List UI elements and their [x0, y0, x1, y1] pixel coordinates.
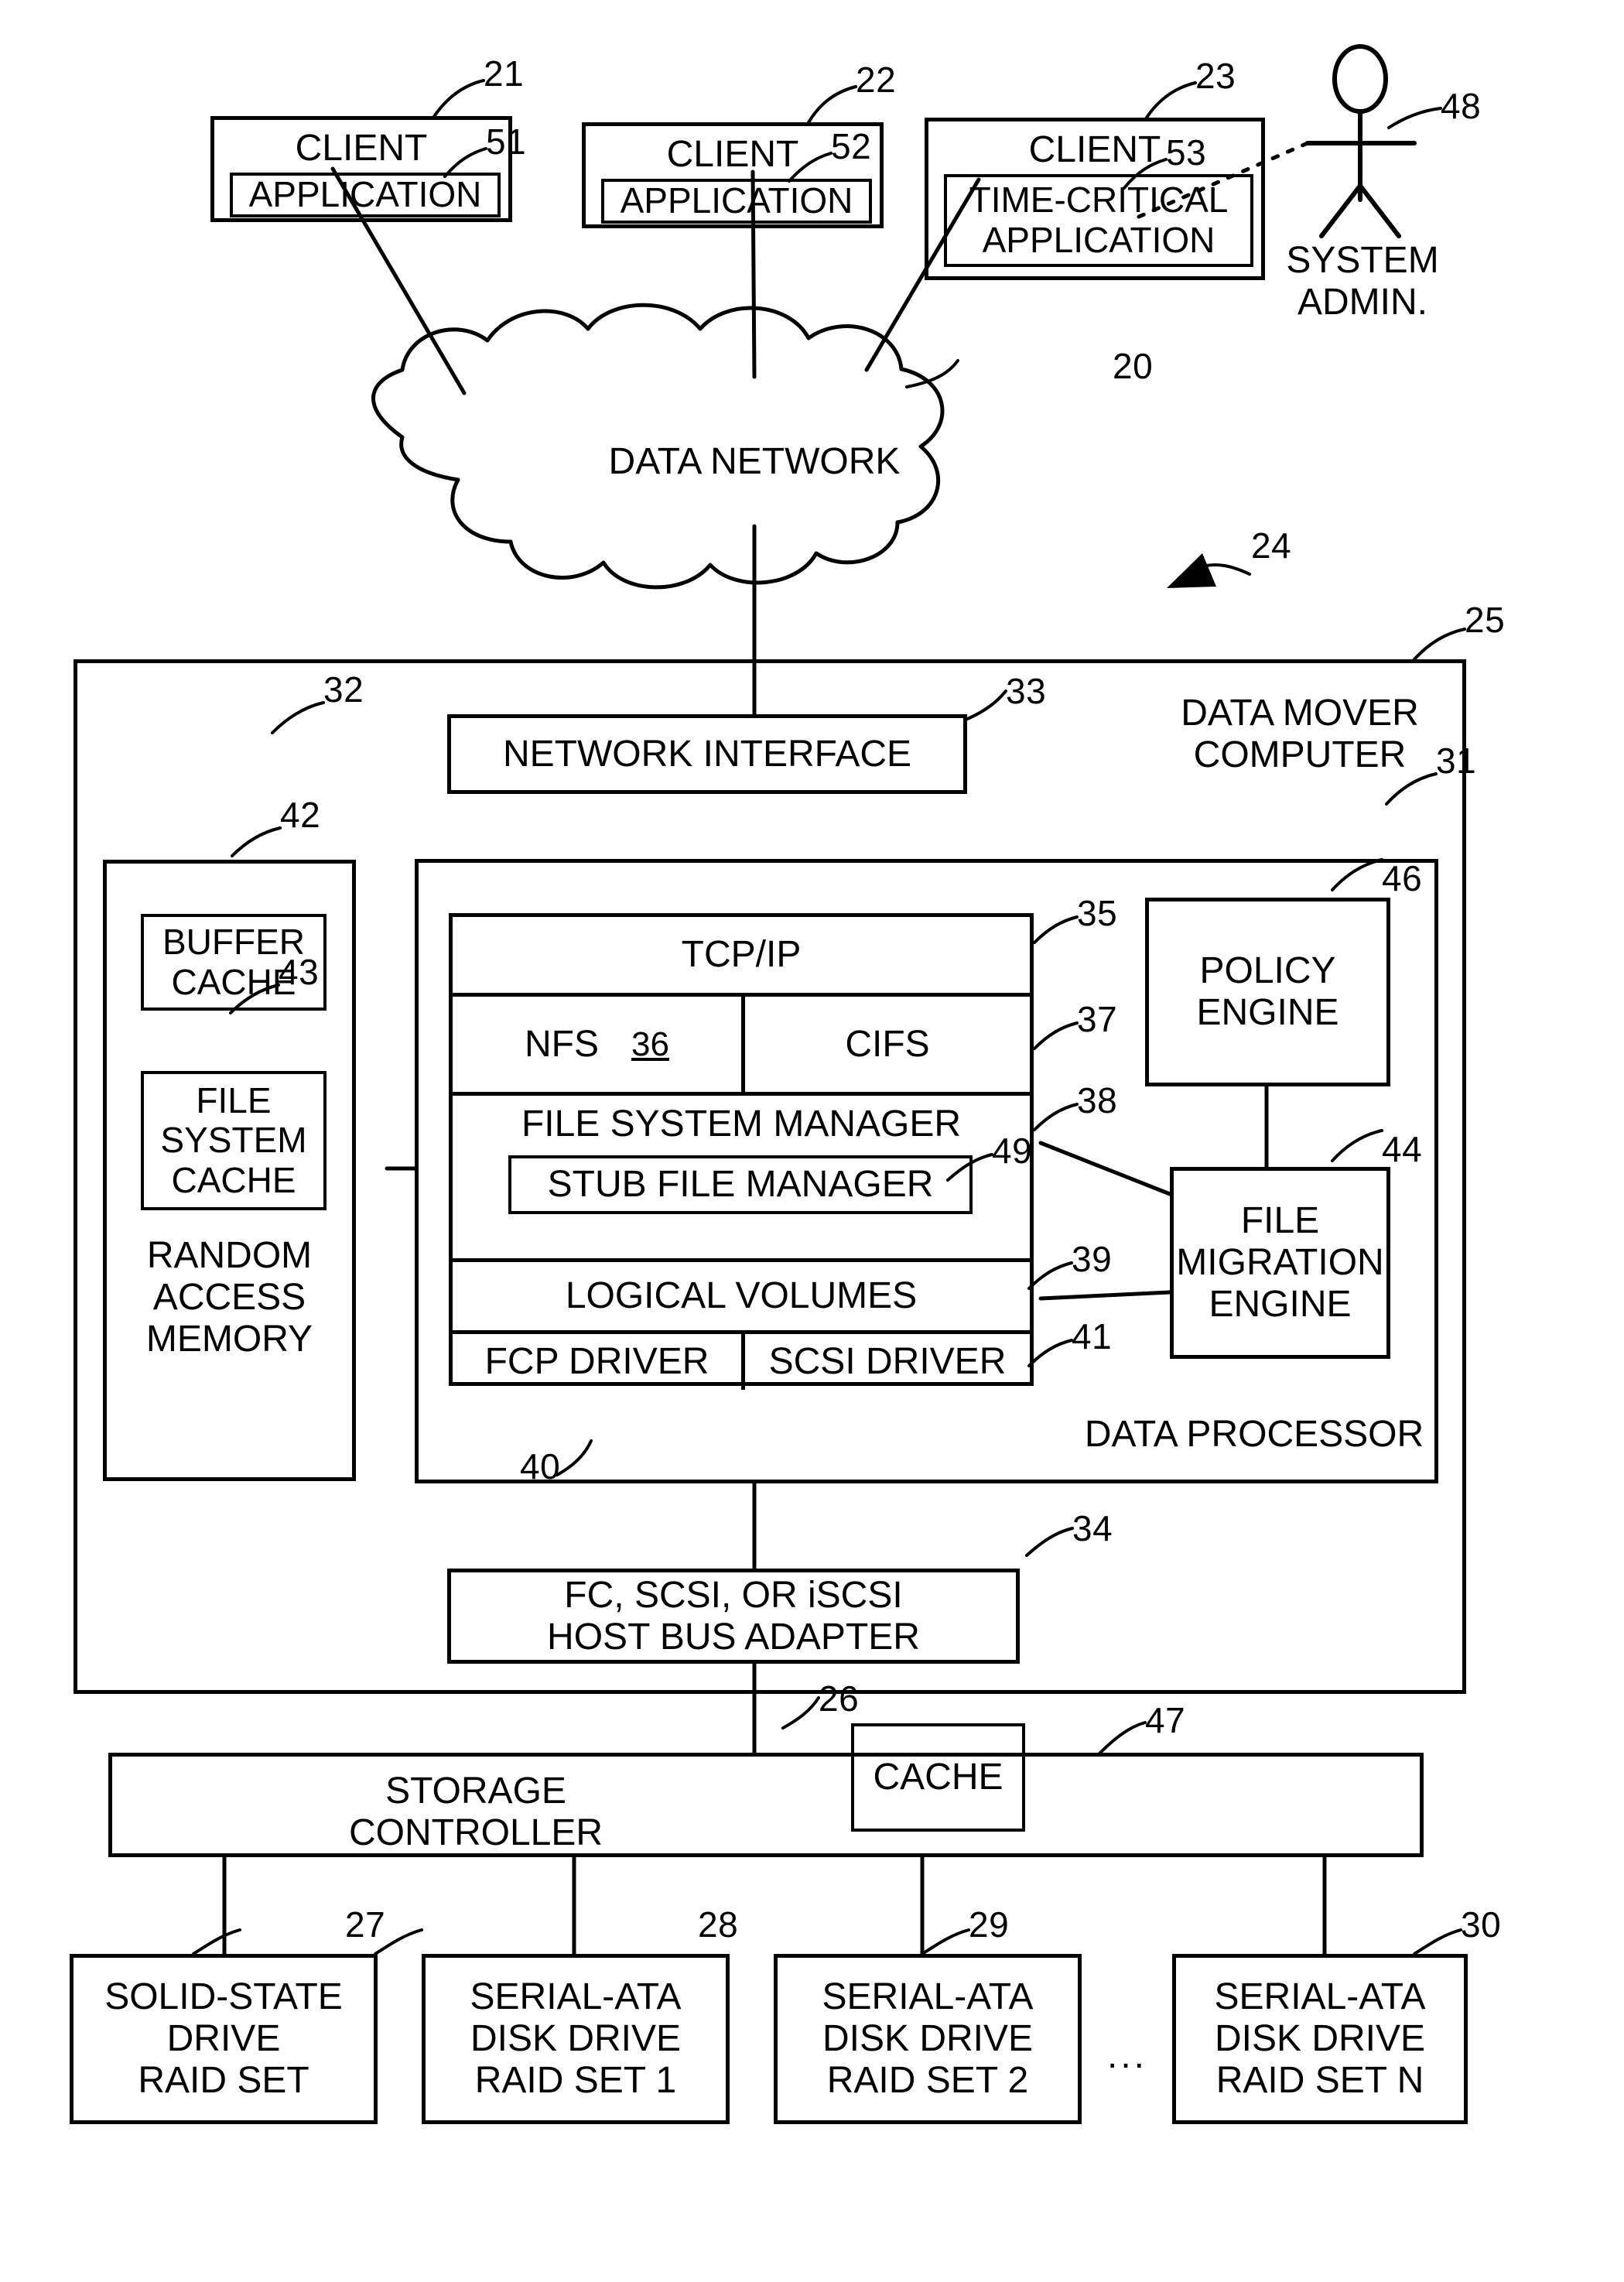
ref-22: 22 [856, 60, 897, 100]
client-label-23: CLIENT [1028, 129, 1161, 170]
logical-volumes-cell[interactable]: LOGICAL VOLUMES [453, 1262, 1030, 1330]
data-network-label: DATA NETWORK [608, 441, 901, 482]
stub-file-manager-box[interactable]: STUB FILE MANAGER [508, 1155, 973, 1214]
host-bus-adapter-box[interactable]: FC, SCSI, OR iSCSI HOST BUS ADAPTER [447, 1569, 1020, 1664]
time-critical-application-box-53[interactable]: TIME-CRITICAL APPLICATION [944, 174, 1253, 267]
drive-label-30: SERIAL-ATA DISK DRIVE RAID SET N [1214, 1976, 1426, 2101]
ref-38: 38 [1077, 1080, 1118, 1120]
drive-box-28[interactable]: SERIAL-ATA DISK DRIVE RAID SET 1 [422, 1954, 730, 2124]
fcp-driver-cell[interactable]: FCP DRIVER [453, 1334, 741, 1390]
drive-label-27: SOLID-STATE DRIVE RAID SET [104, 1976, 343, 2101]
data-processor-label: DATA PROCESSOR [1084, 1414, 1424, 1455]
ref-46: 46 [1382, 858, 1423, 898]
client-box-23[interactable]: CLIENT TIME-CRITICAL APPLICATION [925, 118, 1265, 280]
random-access-memory-label: RANDOM ACCESS MEMORY [145, 1235, 313, 1360]
file-migration-engine-box[interactable]: FILE MIGRATION ENGINE [1170, 1167, 1390, 1359]
network-interface-box[interactable]: NETWORK INTERFACE [447, 714, 967, 794]
ref-20: 20 [1113, 346, 1154, 386]
tcpip-cell[interactable]: TCP/IP [453, 917, 1030, 993]
ref-44: 44 [1382, 1129, 1423, 1169]
drive-box-30[interactable]: SERIAL-ATA DISK DRIVE RAID SET N [1172, 1954, 1468, 2124]
ref-33: 33 [1006, 671, 1047, 711]
ref-26: 26 [819, 1678, 860, 1719]
ref-23: 23 [1195, 56, 1236, 96]
ref-41: 41 [1072, 1316, 1113, 1357]
drive-box-29[interactable]: SERIAL-ATA DISK DRIVE RAID SET 2 [774, 1954, 1082, 2124]
ref-52: 52 [831, 126, 872, 166]
scsi-driver-cell[interactable]: SCSI DRIVER [745, 1334, 1030, 1390]
nfs-label: NFS [525, 1023, 600, 1065]
cifs-cell[interactable]: CIFS [745, 997, 1030, 1092]
application-label-52: APPLICATION [620, 180, 853, 221]
ref-49: 49 [992, 1131, 1033, 1171]
nfs-cell[interactable]: NFS 36 [453, 997, 741, 1092]
ref-21: 21 [484, 53, 525, 94]
client-box-21[interactable]: CLIENT APPLICATION [210, 116, 512, 222]
stub-file-manager-label: STUB FILE MANAGER [547, 1164, 934, 1206]
network-interface-label: NETWORK INTERFACE [502, 733, 912, 775]
patent-figure: CLIENT APPLICATION 21 51 CLIENT APPLICAT… [0, 0, 1624, 2282]
policy-engine-label: POLICY ENGINE [1196, 950, 1339, 1033]
file-system-manager-cell[interactable]: FILE SYSTEM MANAGER STUB FILE MANAGER [453, 1096, 1030, 1258]
cifs-label: CIFS [845, 1023, 930, 1065]
cache-label: CACHE [873, 1757, 1003, 1798]
fcp-driver-label: FCP DRIVER [484, 1341, 709, 1383]
ref-39: 39 [1072, 1239, 1113, 1279]
policy-engine-box[interactable]: POLICY ENGINE [1145, 898, 1390, 1086]
file-migration-engine-label: FILE MIGRATION ENGINE [1176, 1200, 1384, 1325]
client-label-21: CLIENT [295, 128, 428, 169]
scsi-driver-label: SCSI DRIVER [768, 1341, 1007, 1383]
storage-controller-box[interactable]: STORAGE CONTROLLER CACHE [108, 1723, 1424, 1857]
ref-51: 51 [486, 121, 527, 162]
drive-label-28: SERIAL-ATA DISK DRIVE RAID SET 1 [470, 1976, 682, 2101]
drive-label-29: SERIAL-ATA DISK DRIVE RAID SET 2 [822, 1976, 1034, 2101]
ref-42: 42 [280, 795, 321, 835]
ref-34: 34 [1072, 1508, 1113, 1548]
application-label-51: APPLICATION [248, 174, 482, 215]
time-critical-application-label-53: TIME-CRITICAL APPLICATION [969, 180, 1229, 260]
file-system-manager-label: FILE SYSTEM MANAGER [521, 1103, 962, 1144]
ref-29: 29 [969, 1904, 1010, 1945]
drive-box-27[interactable]: SOLID-STATE DRIVE RAID SET [70, 1954, 378, 2124]
storage-controller-label: STORAGE CONTROLLER [348, 1771, 603, 1853]
ref-43: 43 [279, 952, 320, 992]
ref-30: 30 [1461, 1904, 1502, 1945]
ref-24: 24 [1251, 525, 1292, 566]
ref-53: 53 [1166, 132, 1207, 173]
ref-35: 35 [1077, 893, 1118, 933]
application-box-51[interactable]: APPLICATION [230, 173, 501, 217]
drives-ellipsis: ... [1106, 2035, 1147, 2076]
cache-box[interactable]: CACHE [851, 1723, 1025, 1832]
ref-32: 32 [323, 669, 364, 710]
ref-47: 47 [1145, 1700, 1186, 1740]
ref-37: 37 [1077, 999, 1118, 1039]
system-admin-label: SYSTEM ADMIN. [1286, 240, 1439, 323]
ref-48: 48 [1441, 86, 1482, 126]
application-box-52[interactable]: APPLICATION [601, 179, 872, 224]
file-system-cache-box[interactable]: FILE SYSTEM CACHE [141, 1071, 327, 1210]
file-system-cache-label: FILE SYSTEM CACHE [160, 1079, 307, 1200]
logical-volumes-label: LOGICAL VOLUMES [565, 1275, 918, 1317]
ref-28: 28 [698, 1904, 739, 1945]
protocol-stack-frame: TCP/IP NFS 36 CIFS FILE SYSTEM MANAGER S… [449, 913, 1034, 1390]
data-mover-computer-label: DATA MOVER COMPUTER [1181, 693, 1419, 775]
host-bus-adapter-label: FC, SCSI, OR iSCSI HOST BUS ADAPTER [547, 1574, 920, 1658]
ref-25: 25 [1465, 600, 1506, 640]
ref-36: 36 [631, 1025, 669, 1063]
tcpip-label: TCP/IP [681, 934, 802, 976]
ref-31: 31 [1436, 741, 1477, 781]
ref-40: 40 [520, 1446, 561, 1487]
ref-27: 27 [345, 1904, 386, 1945]
